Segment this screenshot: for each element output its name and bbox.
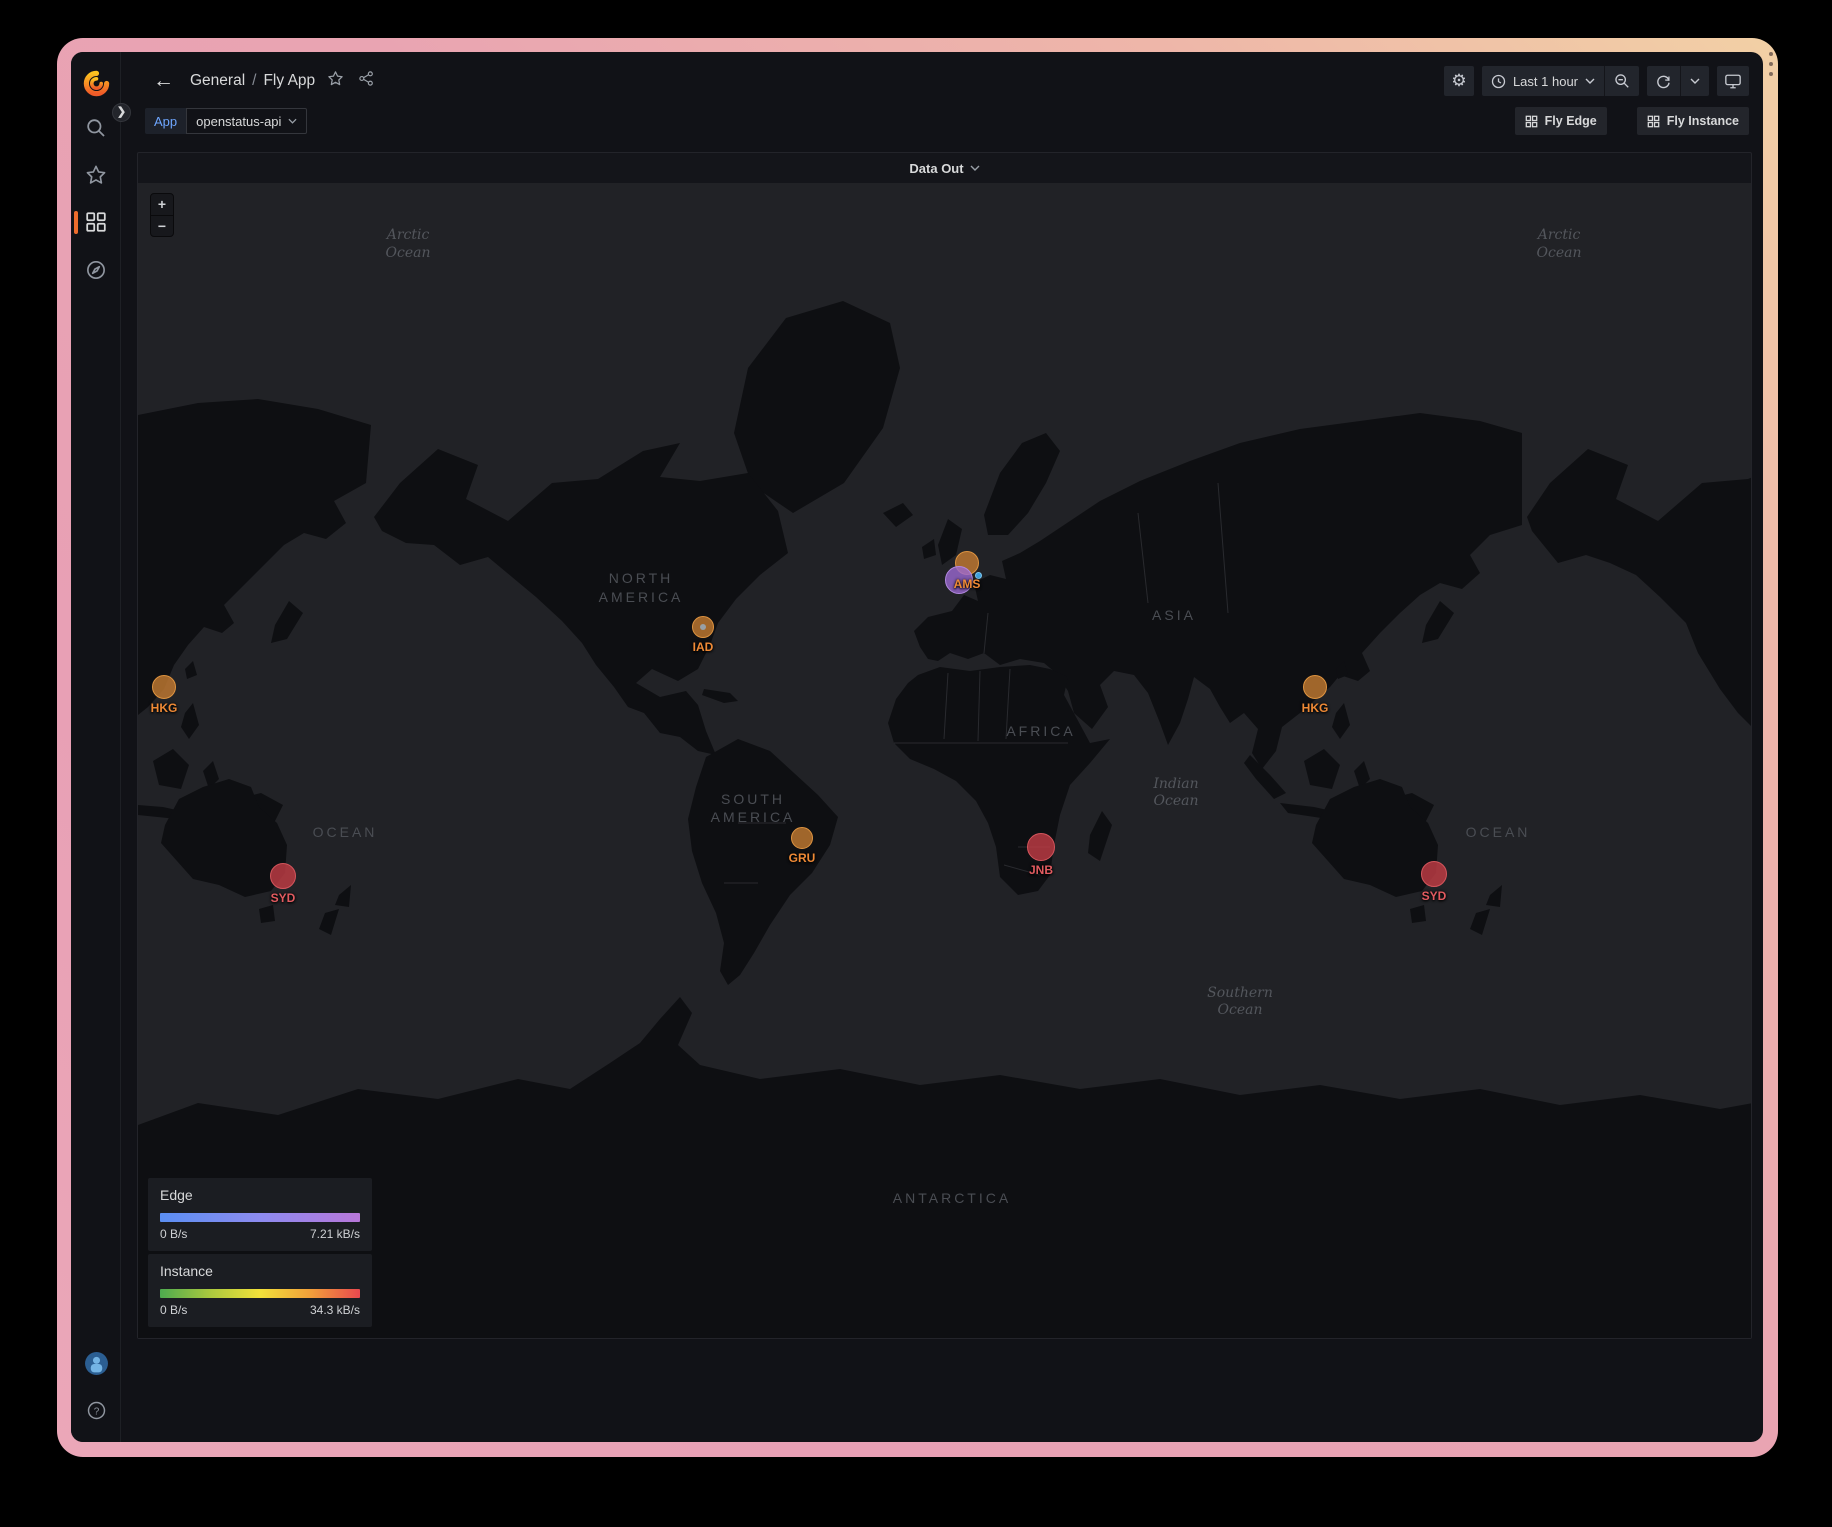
legend-edge: Edge 0 B/s 7.21 kB/s — [148, 1178, 372, 1251]
help-icon[interactable]: ? — [71, 1400, 121, 1421]
fly-edge-label: Fly Edge — [1545, 114, 1597, 128]
sidebar-expand-button[interactable]: ❯ — [112, 103, 131, 122]
legend-instance-max: 34.3 kB/s — [310, 1303, 360, 1317]
map-marker-gru[interactable] — [791, 827, 813, 849]
user-avatar[interactable] — [71, 1351, 121, 1376]
clock-icon — [1491, 74, 1506, 89]
share-icon[interactable] — [358, 70, 375, 92]
frame-grip-dot — [1769, 52, 1773, 56]
screenshot-stage: ? ❯ ← General / Fly App — [0, 0, 1832, 1527]
breadcrumb-separator: / — [252, 72, 256, 90]
legend-edge-gradient — [160, 1213, 360, 1222]
map-marker-label: SYD — [271, 891, 296, 905]
map-legend: Edge 0 B/s 7.21 kB/s Instance 0 B/s 34.3… — [148, 1178, 372, 1327]
variables-row: App openstatus-api Fly Edge — [121, 106, 1763, 136]
grid-icon — [1647, 115, 1660, 128]
fly-edge-button[interactable]: Fly Edge — [1515, 107, 1607, 135]
chevron-down-icon — [1690, 78, 1700, 84]
legend-edge-title: Edge — [160, 1187, 360, 1203]
geomap-panel: Data Out — [137, 152, 1752, 1339]
map-marker-label: SYD — [1422, 889, 1447, 903]
panel-header[interactable]: Data Out — [138, 153, 1751, 183]
explore-compass-icon[interactable] — [71, 259, 121, 281]
refresh-group — [1647, 66, 1709, 96]
dashboard-settings-button[interactable]: ⚙ — [1444, 66, 1474, 96]
sidebar: ? — [71, 52, 121, 1442]
app-variable: App openstatus-api — [145, 108, 307, 134]
fly-instance-label: Fly Instance — [1667, 114, 1739, 128]
refresh-icon — [1656, 74, 1671, 89]
frame-grip-dot — [1769, 62, 1773, 66]
panel-title: Data Out — [909, 161, 963, 176]
legend-edge-min: 0 B/s — [160, 1227, 187, 1241]
map-marker-label: IAD — [693, 640, 714, 654]
time-range-label: Last 1 hour — [1513, 74, 1578, 89]
frame-grip-dot — [1769, 72, 1773, 76]
map-zoom-out-button[interactable]: − — [151, 215, 173, 236]
back-arrow-icon[interactable]: ← — [153, 69, 174, 93]
breadcrumb-dashboard: Fly App — [263, 72, 315, 90]
zoom-out-time-button[interactable] — [1604, 66, 1639, 96]
star-dashboard-icon[interactable] — [327, 70, 344, 92]
map-marker-label: HKG — [1302, 701, 1329, 715]
search-icon[interactable] — [71, 117, 121, 139]
time-range-picker[interactable]: Last 1 hour — [1482, 66, 1604, 96]
breadcrumb-folder[interactable]: General — [190, 72, 245, 90]
map-zoom-in-button[interactable]: + — [151, 194, 173, 215]
time-picker-group: Last 1 hour — [1482, 66, 1639, 96]
legend-edge-max: 7.21 kB/s — [310, 1227, 360, 1241]
legend-instance-min: 0 B/s — [160, 1303, 187, 1317]
legend-instance-title: Instance — [160, 1263, 360, 1279]
map-marker-hkg[interactable] — [1303, 675, 1327, 699]
dashboards-icon[interactable] — [71, 211, 121, 233]
chevron-down-icon — [1585, 78, 1595, 84]
map-marker-label: GRU — [789, 851, 816, 865]
refresh-interval-dropdown[interactable] — [1680, 66, 1709, 96]
monitor-icon — [1724, 73, 1742, 90]
map-marker-label: HKG — [151, 701, 178, 715]
map-marker-inner-dot — [700, 624, 706, 630]
map-marker-syd[interactable] — [1421, 861, 1447, 887]
legend-instance-gradient — [160, 1289, 360, 1298]
gear-icon: ⚙ — [1451, 71, 1466, 91]
app-variable-value[interactable]: openstatus-api — [186, 108, 307, 134]
chevron-down-icon — [970, 165, 980, 171]
map-marker-hkg[interactable] — [152, 675, 176, 699]
chevron-down-icon — [288, 118, 297, 124]
refresh-button[interactable] — [1647, 66, 1680, 96]
fly-instance-button[interactable]: Fly Instance — [1637, 107, 1749, 135]
world-map[interactable]: ArcticOceanArcticOceanNORTHAMERICAASIAAF… — [138, 183, 1751, 1338]
map-land-layer — [138, 183, 1751, 1338]
map-marker-label: JNB — [1029, 863, 1053, 877]
map-marker-syd[interactable] — [270, 863, 296, 889]
map-marker-jnb[interactable] — [1027, 833, 1055, 861]
kiosk-mode-button[interactable] — [1717, 66, 1749, 96]
map-marker-label: AMS — [954, 577, 981, 591]
map-zoom-control: + − — [150, 193, 174, 237]
grafana-window: ? ❯ ← General / Fly App — [71, 52, 1763, 1442]
dashboard-topbar: ← General / Fly App ⚙ — [121, 62, 1763, 100]
grid-icon — [1525, 115, 1538, 128]
legend-instance: Instance 0 B/s 34.3 kB/s — [148, 1254, 372, 1327]
magnifier-minus-icon — [1614, 73, 1630, 89]
app-variable-selected: openstatus-api — [196, 114, 281, 129]
app-variable-label: App — [145, 108, 186, 134]
starred-icon[interactable] — [71, 164, 121, 186]
svg-text:?: ? — [93, 1406, 99, 1417]
grafana-logo-icon[interactable] — [71, 70, 121, 97]
